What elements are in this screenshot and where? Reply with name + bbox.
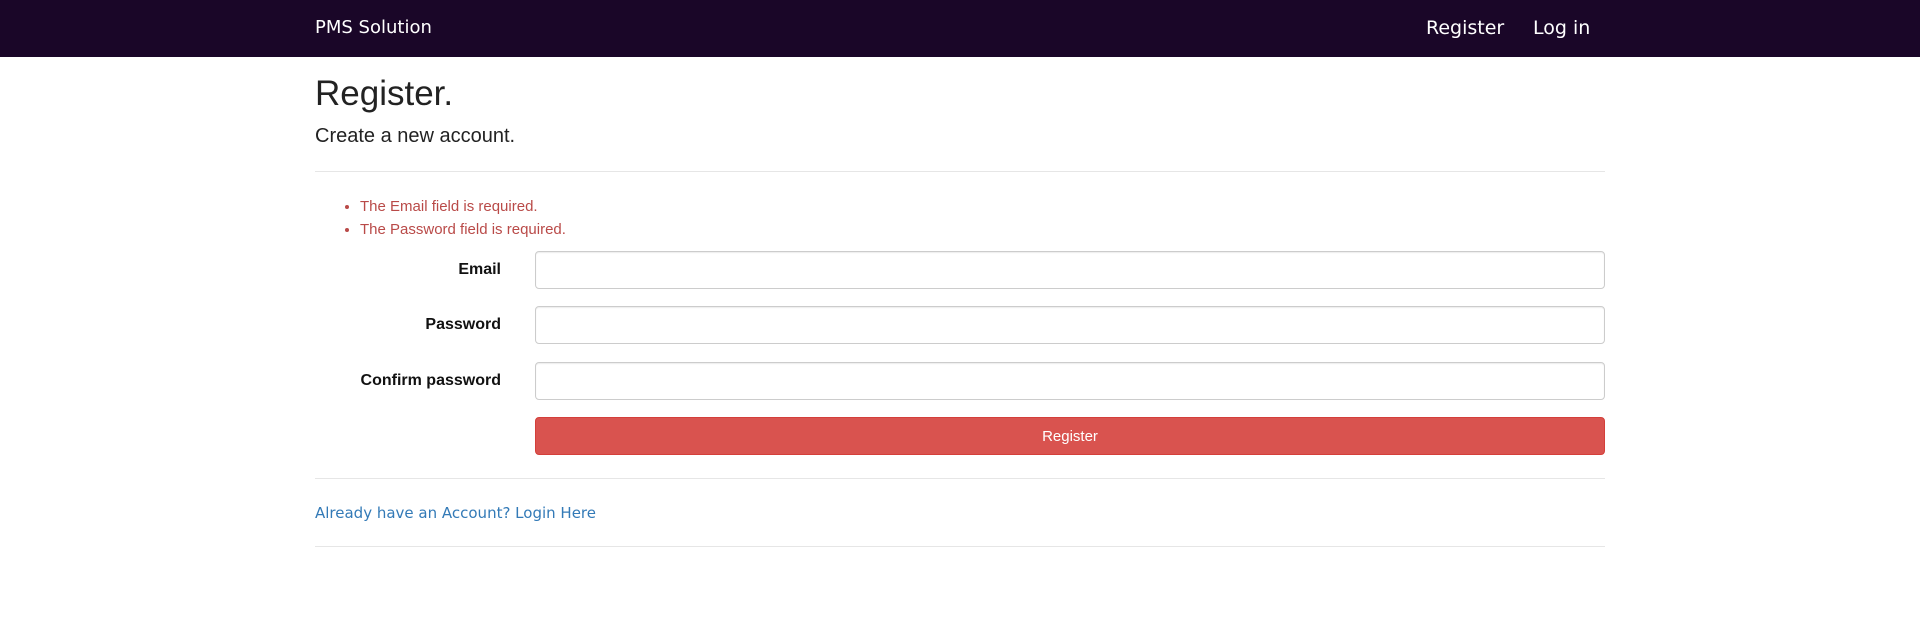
divider (315, 546, 1605, 547)
validation-summary: The Email field is required. The Passwor… (315, 195, 566, 241)
email-field[interactable] (535, 251, 1605, 289)
divider (315, 171, 1605, 172)
confirm-password-label: Confirm password (360, 372, 501, 389)
password-label: Password (425, 316, 501, 333)
confirm-password-field[interactable] (535, 362, 1605, 400)
password-field[interactable] (535, 306, 1605, 344)
email-label: Email (458, 261, 501, 278)
validation-error: The Email field is required. (360, 195, 566, 218)
register-button[interactable]: Register (535, 417, 1605, 455)
validation-error: The Password field is required. (360, 218, 566, 241)
login-here-link[interactable]: Already have an Account? Login Here (315, 503, 596, 523)
divider (315, 478, 1605, 479)
nav-register-link[interactable]: Register (1426, 17, 1504, 39)
nav-login-link[interactable]: Log in (1533, 17, 1590, 39)
top-navbar: PMS Solution Register Log in (0, 0, 1920, 57)
page-subtitle: Create a new account. (315, 125, 516, 147)
page-title: Register. (315, 74, 454, 113)
brand-link[interactable]: PMS Solution (315, 17, 432, 39)
